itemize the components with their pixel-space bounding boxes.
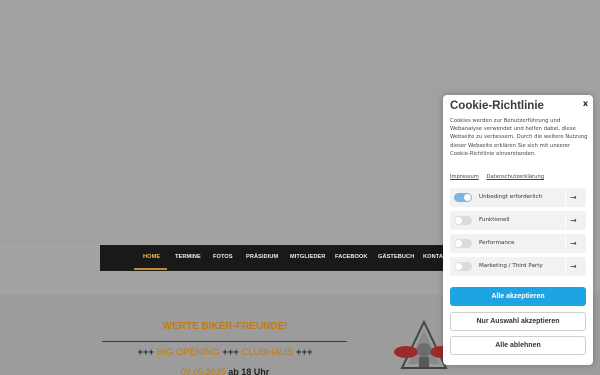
row-divider bbox=[565, 236, 566, 251]
nav-item-fotos[interactable]: FOTOS bbox=[213, 245, 233, 271]
row-divider bbox=[565, 213, 566, 228]
cookie-dialog: Cookie-Richtlinie x Cookies werden zur B… bbox=[443, 95, 593, 365]
impressum-link[interactable]: Impressum bbox=[450, 174, 479, 180]
toggle-knob bbox=[464, 194, 471, 201]
cookie-dialog-title: Cookie-Richtlinie bbox=[450, 100, 544, 112]
row-divider bbox=[565, 259, 566, 274]
event-time: ab 18 Uhr bbox=[228, 367, 270, 375]
arrow-right-icon[interactable]: → bbox=[570, 211, 577, 230]
category-label: Marketing / Third Party bbox=[479, 263, 543, 269]
toggle-knob bbox=[455, 217, 462, 224]
row-divider bbox=[565, 190, 566, 205]
category-label: Unbedingt erforderlich bbox=[479, 194, 543, 200]
toggle-switch[interactable] bbox=[454, 239, 472, 248]
accept-selection-button[interactable]: Nur Auswahl akzeptieren bbox=[450, 312, 586, 331]
cookie-category-necessary[interactable]: Unbedingt erforderlich → bbox=[450, 188, 586, 207]
plus-marker: +++ bbox=[222, 347, 239, 358]
category-label: Performance bbox=[479, 240, 515, 246]
nav-item-termine[interactable]: TERMINE bbox=[175, 245, 201, 271]
arrow-right-icon[interactable]: → bbox=[570, 257, 577, 276]
cookie-links: Impressum Datenschutzerklärung bbox=[450, 174, 550, 180]
toggle-knob bbox=[455, 263, 462, 270]
cookie-category-functional[interactable]: Funktionell → bbox=[450, 211, 586, 230]
toggle-knob bbox=[455, 240, 462, 247]
cookie-category-performance[interactable]: Performance → bbox=[450, 234, 586, 253]
opening-text: BIG OPENING bbox=[156, 347, 220, 358]
arrow-right-icon[interactable]: → bbox=[570, 188, 577, 207]
nav-item-praesidium[interactable]: PRÄSIDIUM bbox=[246, 245, 278, 271]
clubhaus-text: CLUBHAUS bbox=[241, 347, 294, 358]
accept-all-button[interactable]: Alle akzeptieren bbox=[450, 287, 586, 306]
plus-marker: +++ bbox=[137, 347, 155, 358]
cookie-category-marketing[interactable]: Marketing / Third Party → bbox=[450, 257, 586, 276]
nav-active-indicator bbox=[134, 268, 167, 270]
plus-marker: +++ bbox=[295, 347, 313, 358]
privacy-policy-link[interactable]: Datenschutzerklärung bbox=[487, 174, 545, 180]
toggle-switch[interactable] bbox=[454, 193, 472, 202]
event-date-value: 09.05.2025 bbox=[180, 367, 226, 375]
headline-divider bbox=[102, 341, 347, 342]
close-icon[interactable]: x bbox=[583, 99, 588, 108]
event-date: 09.05.2025 ab 18 Uhr bbox=[100, 367, 350, 375]
toggle-switch[interactable] bbox=[454, 216, 472, 225]
nav-item-facebook[interactable]: FACEBOOK bbox=[335, 245, 368, 271]
arrow-right-icon[interactable]: → bbox=[570, 234, 577, 253]
toggle-switch[interactable] bbox=[454, 262, 472, 271]
page-headline: WERTE BIKER-FREUNDE! bbox=[162, 321, 288, 332]
reject-all-button[interactable]: Alle ablehnen bbox=[450, 336, 586, 355]
nav-item-gaestebuch[interactable]: GÄSTEBUCH bbox=[378, 245, 414, 271]
category-label: Funktionell bbox=[479, 217, 510, 223]
nav-item-kontakt[interactable]: KONTAKT bbox=[423, 245, 445, 271]
opening-announcement: +++ BIG OPENING +++ CLUBHAUS +++ bbox=[100, 347, 350, 358]
cookie-description: Cookies werden zur Benutzerführung und W… bbox=[450, 118, 588, 157]
nav-item-mitglieder[interactable]: MITGLIEDER bbox=[290, 245, 326, 271]
